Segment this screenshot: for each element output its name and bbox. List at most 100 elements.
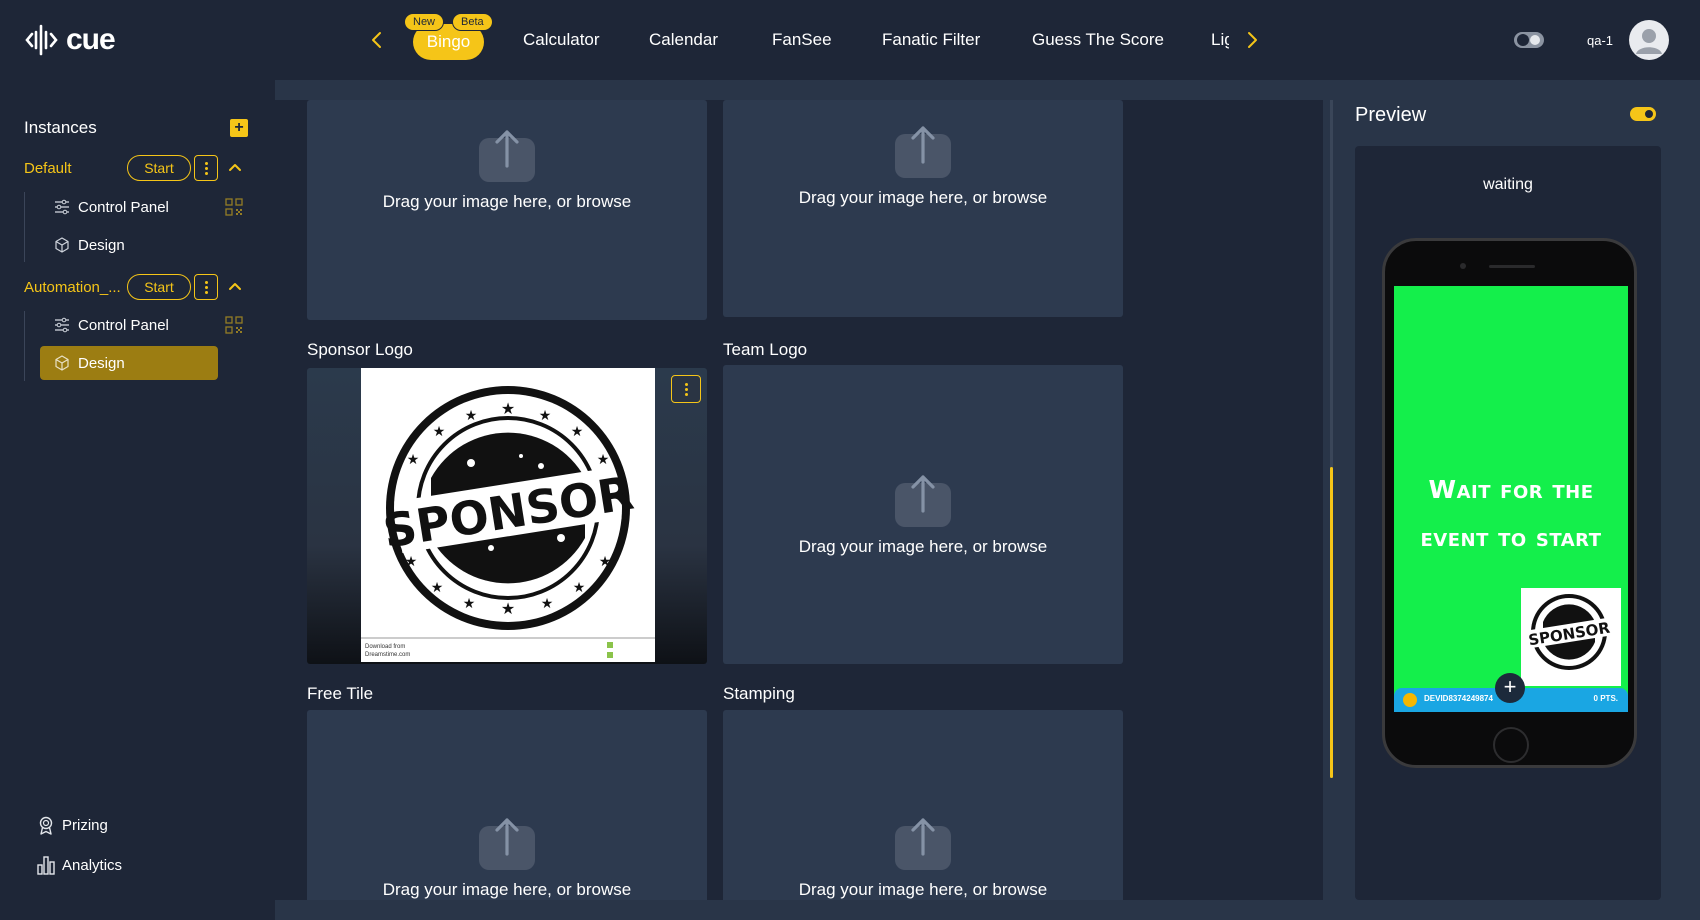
upload-icon <box>895 126 951 178</box>
theme-toggle-icon[interactable] <box>1513 30 1545 50</box>
svg-text:★: ★ <box>407 451 420 467</box>
preview-status: waiting <box>1483 176 1533 193</box>
stock-credit-line-2: Dreamstime.com <box>365 652 410 658</box>
team-logo-dropzone[interactable]: Drag your image here, or browse <box>723 365 1123 664</box>
svg-text:★: ★ <box>597 451 610 467</box>
sponsor-ad-thumbnail: SPONSOR <box>1521 588 1621 686</box>
sliders-icon <box>55 199 69 215</box>
tree-line <box>24 311 25 381</box>
sponsor-options-button[interactable] <box>671 375 701 403</box>
start-button[interactable]: Start <box>127 274 191 300</box>
coin-icon <box>1403 693 1417 707</box>
sidebar-item-label: Control Panel <box>78 199 169 216</box>
tab-calendar[interactable]: Calendar <box>649 30 718 50</box>
avatar[interactable] <box>1629 20 1669 60</box>
scrollbar-thumb[interactable] <box>1330 467 1333 778</box>
start-button[interactable]: Start <box>127 155 191 181</box>
phone-home-button <box>1493 727 1529 763</box>
top-bar: cue Bingo Calculator Calendar FanSee Fan… <box>0 0 1700 80</box>
upload-icon <box>895 475 951 527</box>
free-tile-dropzone[interactable]: Drag your image here, or browse <box>307 710 707 900</box>
upload-icon <box>479 130 535 182</box>
wait-headline-line-1: Wait for the <box>1428 475 1594 504</box>
sidebar: Instances + Default Start Control Panel … <box>0 80 275 920</box>
svg-text:★: ★ <box>539 407 552 423</box>
player-points: 0 PTS. <box>1593 694 1618 703</box>
tab-fanatic-filter[interactable]: Fanatic Filter <box>882 30 980 50</box>
tab-guess-the-score[interactable]: Guess The Score <box>1032 30 1164 50</box>
dropzone-text: Drag your image here, or browse <box>382 880 632 899</box>
svg-text:★: ★ <box>599 553 612 569</box>
image-dropzone[interactable]: Drag your image here, or browse <box>307 100 707 320</box>
dropzone-text: Drag your image here, or browse <box>382 192 632 211</box>
wait-headline-line-2: event to start <box>1420 523 1602 552</box>
preview-toggle-icon[interactable] <box>1630 107 1656 121</box>
team-logo-label: Team Logo <box>723 340 808 359</box>
sponsor-stamp-icon: SPONSOR <box>1527 594 1612 670</box>
sidebar-item-label: Prizing <box>62 817 108 834</box>
phone-speaker <box>1489 265 1535 268</box>
sidebar-item-analytics[interactable]: Analytics <box>36 854 186 878</box>
tab-lig[interactable]: Lig <box>1211 30 1229 50</box>
cube-icon <box>55 355 69 371</box>
svg-text:★: ★ <box>501 401 515 418</box>
preview-title: Preview <box>1355 104 1427 126</box>
tree-line <box>24 192 25 262</box>
qr-code-icon[interactable] <box>224 197 244 217</box>
dropzone-text: Drag your image here, or browse <box>798 880 1048 899</box>
svg-text:★: ★ <box>573 579 586 595</box>
new-badge: New <box>404 13 445 31</box>
dropzone-text: Drag your image here, or browse <box>798 188 1048 207</box>
tab-calculator[interactable]: Calculator <box>523 30 600 50</box>
app-logo[interactable]: cue <box>24 22 116 58</box>
sidebar-item-prizing[interactable]: Prizing <box>36 814 186 838</box>
sidebar-item-label: Design <box>78 237 125 254</box>
svg-text:★: ★ <box>541 595 554 611</box>
chevron-right-icon[interactable] <box>1240 28 1264 52</box>
chevron-up-icon[interactable] <box>228 160 242 174</box>
wait-headline: Wait for the event to start <box>1394 466 1628 562</box>
stock-credit-line-1: Download from <box>365 644 405 650</box>
dropzone-text: Drag your image here, or browse <box>798 537 1048 556</box>
svg-text:★: ★ <box>463 595 476 611</box>
svg-text:★: ★ <box>465 407 478 423</box>
upload-icon <box>479 818 535 870</box>
qr-code-icon[interactable] <box>224 315 244 335</box>
instance-default: Default Start <box>24 154 254 182</box>
sidebar-item-control-panel[interactable]: Control Panel <box>40 190 218 224</box>
plus-button[interactable]: + <box>1495 673 1525 703</box>
phone-screen: Wait for the event to start SPONSOR DEVI… <box>1394 286 1628 712</box>
svg-text:★: ★ <box>501 601 515 618</box>
sponsor-logo-label: Sponsor Logo <box>307 340 413 359</box>
player-id: DEVID8374249874 <box>1424 694 1493 703</box>
sidebar-item-design-active[interactable]: Design <box>40 346 218 380</box>
phone-mockup: Wait for the event to start SPONSOR DEVI… <box>1382 238 1637 768</box>
instance-name[interactable]: Automation_... <box>24 279 121 296</box>
logo-text: cue <box>66 23 116 56</box>
upload-icon <box>895 818 951 870</box>
more-options-button[interactable] <box>194 155 218 181</box>
more-options-button[interactable] <box>194 274 218 300</box>
add-instance-button[interactable]: + <box>230 119 248 137</box>
stamping-dropzone[interactable]: Drag your image here, or browse <box>723 710 1123 900</box>
sponsor-logo-preview: SPONSOR ★ ★ ★ ★ ★ ★ ★ ★ ★ ★ ★ ★ ★ ★ Down… <box>307 368 707 664</box>
tab-fansee[interactable]: FanSee <box>772 30 832 50</box>
instance-name[interactable]: Default <box>24 160 72 177</box>
chevron-up-icon[interactable] <box>228 279 242 293</box>
chevron-left-icon[interactable] <box>365 28 389 52</box>
svg-text:★: ★ <box>571 423 584 439</box>
stamping-label: Stamping <box>723 684 795 703</box>
sidebar-item-design[interactable]: Design <box>40 228 218 262</box>
sidebar-item-label: Design <box>78 355 125 372</box>
design-assets-column: Drag your image here, or browse Drag you… <box>275 100 1323 900</box>
instances-title: Instances <box>24 118 97 137</box>
main-area: Drag your image here, or browse Drag you… <box>275 80 1700 920</box>
award-icon <box>39 816 53 835</box>
sidebar-item-label: Analytics <box>62 857 123 874</box>
image-dropzone[interactable]: Drag your image here, or browse <box>723 100 1123 317</box>
svg-text:★: ★ <box>433 423 446 439</box>
svg-text:★: ★ <box>405 553 418 569</box>
sponsor-logo-image[interactable]: SPONSOR ★ ★ ★ ★ ★ ★ ★ ★ ★ ★ ★ ★ ★ ★ Down… <box>361 368 655 662</box>
sidebar-item-control-panel[interactable]: Control Panel <box>40 308 218 342</box>
svg-text:★: ★ <box>431 579 444 595</box>
